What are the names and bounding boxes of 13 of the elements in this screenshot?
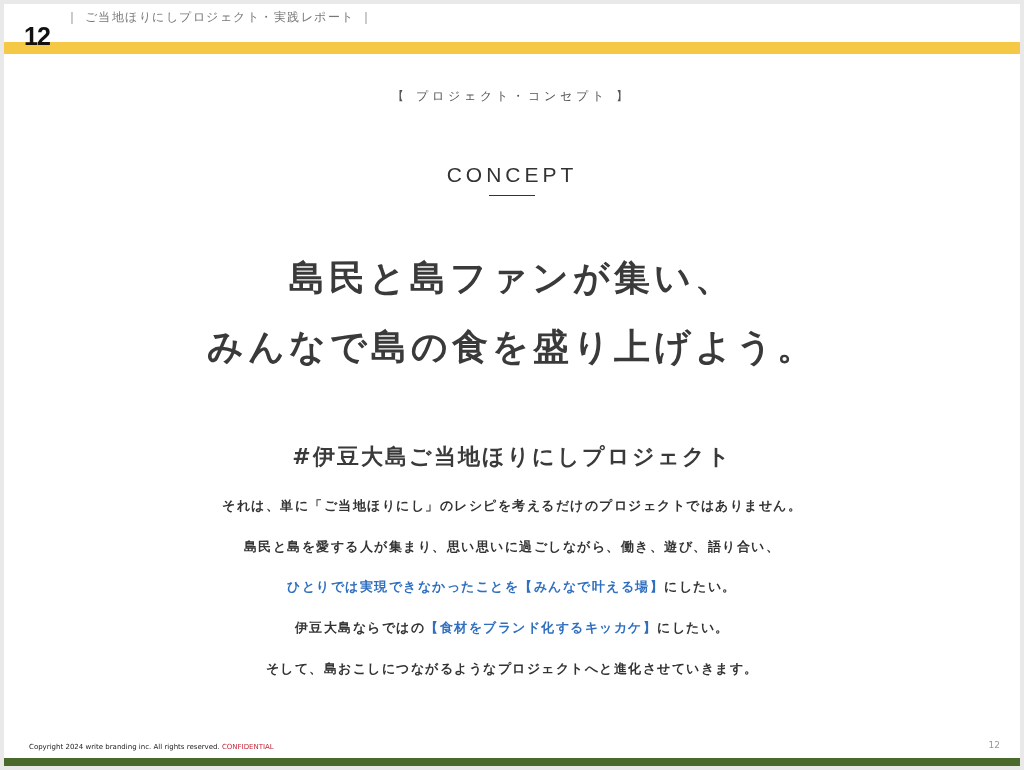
heading: CONCEPT: [446, 162, 578, 188]
headline: みんなで島の食を盛り上げよう。: [207, 324, 817, 368]
body-text: そして、島おこしにつながるようなプロジェクトへと進化させていきます。: [265, 659, 759, 678]
hashtag-title: #伊豆大島ご当地ほりにしプロジェクト: [292, 442, 732, 471]
body-text: ひとりでは実現できなかったことを【みんなで叶える場】にしたい。: [287, 578, 737, 597]
body-text: それは、単に「ご当地ほりにし」のレシピを考えるだけのプロジェクトではありません。: [222, 496, 802, 515]
body-text: 伊豆大島ならではの【食材をブランド化するキッカケ】にしたい。: [294, 619, 730, 638]
section-label: 【 プロジェクト・コンセプト 】: [392, 88, 632, 105]
body-text: 島民と島を愛する人が集まり、思い思いに過ごしながら、働き、遊び、語り合い、: [243, 537, 781, 556]
heading-underline: [489, 194, 535, 196]
headline: 島民と島ファンが集い、: [289, 255, 735, 299]
footer-page-number: 12: [988, 738, 1001, 752]
series-title: ｜ ご当地ほりにしプロジェクト・実践レポート ｜: [65, 9, 374, 26]
